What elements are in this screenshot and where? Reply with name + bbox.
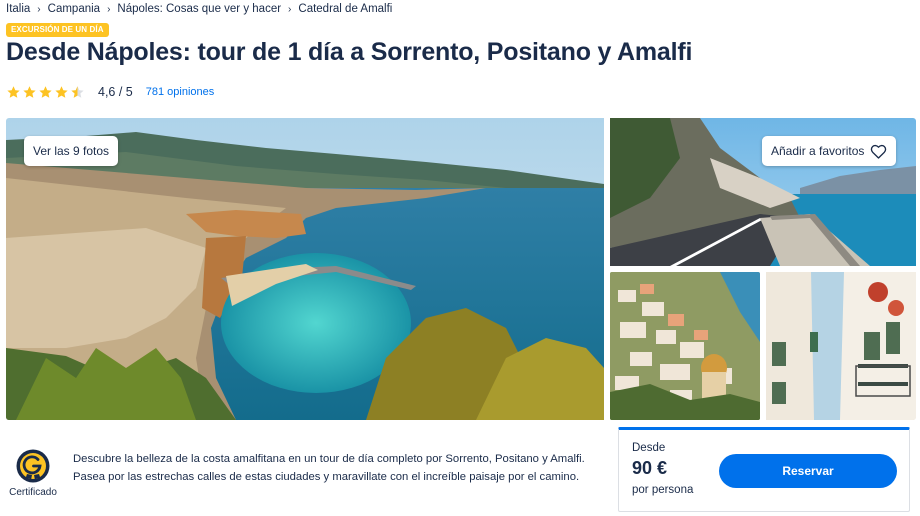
star-icon	[7, 85, 20, 98]
narrow-street-image	[766, 272, 916, 420]
breadcrumb-chevron-icon: ›	[107, 3, 111, 15]
breadcrumb: Italia › Campania › Nápoles: Cosas que v…	[6, 3, 392, 15]
star-icon	[39, 85, 52, 98]
breadcrumb-chevron-icon: ›	[288, 3, 292, 15]
activity-description: Descubre la belleza de la costa amalfita…	[73, 453, 585, 483]
page-title: Desde Nápoles: tour de 1 día a Sorrento,…	[6, 38, 693, 66]
breadcrumb-item-catedral[interactable]: Catedral de Amalfi	[298, 3, 392, 15]
breadcrumb-chevron-icon: ›	[37, 3, 41, 15]
price-per-person-label: por persona	[632, 484, 694, 496]
reviews-link[interactable]: 781 opiniones	[146, 86, 215, 98]
breadcrumb-item-campania[interactable]: Campania	[48, 3, 100, 15]
certified-label: Certificado	[9, 487, 57, 498]
certified-badge-icon	[16, 449, 50, 483]
star-half-icon	[71, 85, 84, 98]
photo-positano[interactable]	[610, 272, 760, 420]
rating-summary: 4,6 / 5 781 opiniones	[6, 83, 214, 101]
heart-icon	[871, 144, 887, 159]
rating-stars	[6, 85, 85, 100]
photo-gallery: Ver las 9 fotos Añadir a favoritos	[6, 118, 916, 420]
rating-value: 4,6 / 5	[98, 85, 133, 99]
book-now-button[interactable]: Reservar	[719, 454, 897, 488]
booking-card: Desde 90 € por persona Reservar	[618, 427, 910, 512]
breadcrumb-item-napoles[interactable]: Nápoles: Cosas que ver y hacer	[117, 3, 281, 15]
star-icon	[23, 85, 36, 98]
breadcrumb-item-italia[interactable]: Italia	[6, 3, 30, 15]
star-icon	[55, 85, 68, 98]
add-to-favorites-label: Añadir a favoritos	[771, 144, 865, 158]
positano-village-image	[610, 272, 760, 420]
price-value: 90 €	[632, 458, 668, 478]
price-from-label: Desde	[632, 442, 666, 454]
photo-alley[interactable]	[766, 272, 916, 420]
add-to-favorites-button[interactable]: Añadir a favoritos	[762, 136, 897, 166]
certified-badge: Certificado	[6, 449, 60, 498]
activity-type-badge: EXCURSIÓN DE UN DÍA	[6, 23, 109, 37]
view-all-photos-button[interactable]: Ver las 9 fotos	[24, 136, 119, 166]
